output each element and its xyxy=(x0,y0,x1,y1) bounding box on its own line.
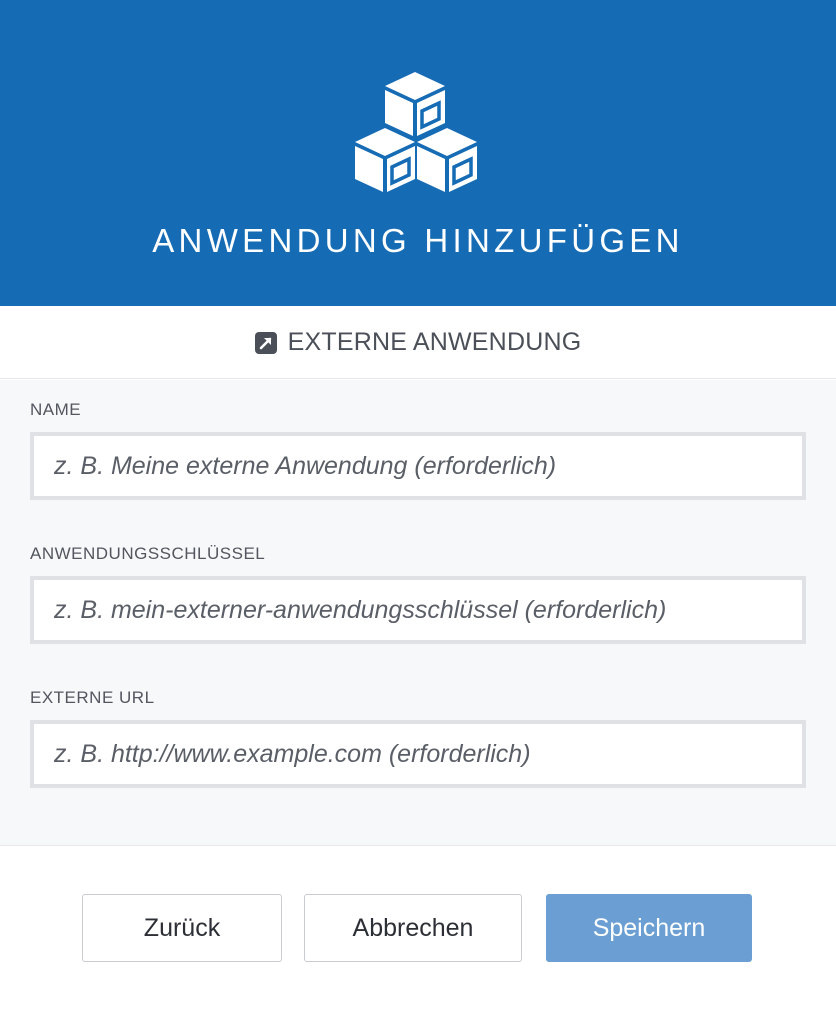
dialog-title: ANWENDUNG HINZUFÜGEN xyxy=(152,222,684,259)
app-type-label: EXTERNE ANWENDUNG xyxy=(287,327,582,356)
app-key-label: ANWENDUNGSSCHLÜSSEL xyxy=(30,544,266,563)
back-button[interactable]: Zurück xyxy=(82,894,282,962)
app-form: NAME ANWENDUNGSSCHLÜSSEL EXTERNE URL xyxy=(0,380,836,846)
name-label: NAME xyxy=(30,400,82,419)
external-link-icon xyxy=(254,331,277,354)
cubes-icon xyxy=(355,72,477,192)
dialog-header: ANWENDUNG HINZUFÜGEN xyxy=(0,0,836,306)
app-key-input[interactable] xyxy=(30,576,806,644)
app-type-header: EXTERNE ANWENDUNG xyxy=(0,306,836,379)
cancel-button[interactable]: Abbrechen xyxy=(304,894,522,962)
save-button[interactable]: Speichern xyxy=(546,894,752,962)
external-url-input[interactable] xyxy=(30,720,806,788)
name-input[interactable] xyxy=(30,432,806,500)
external-url-label: EXTERNE URL xyxy=(30,688,155,707)
